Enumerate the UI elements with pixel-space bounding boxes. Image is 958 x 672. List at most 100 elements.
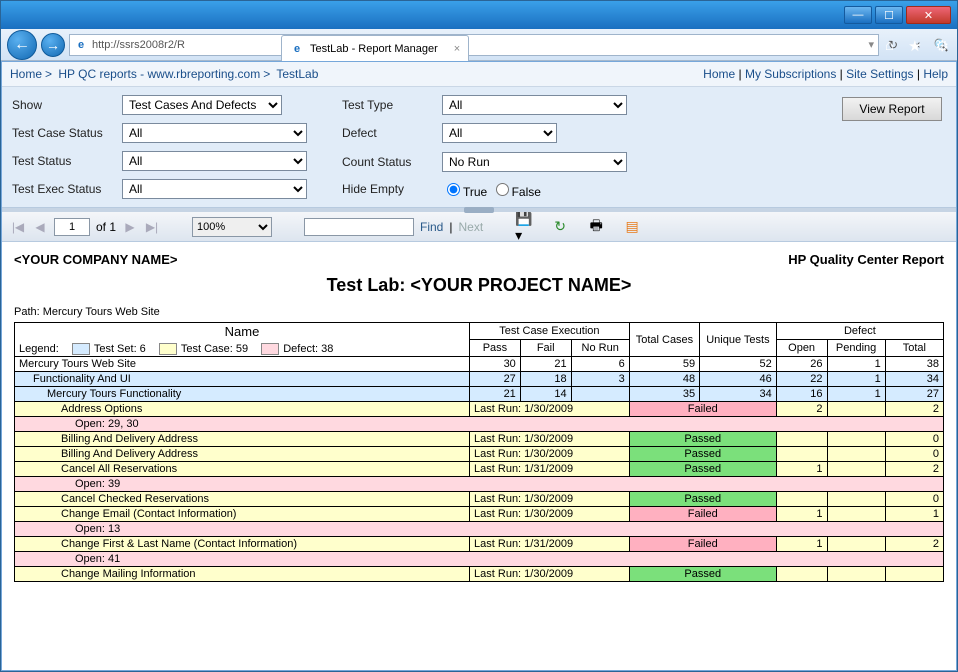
view-report-button[interactable]: View Report	[842, 97, 942, 121]
num-cell: 0	[885, 492, 943, 507]
col-total: Total	[885, 340, 943, 357]
breadcrumb-home[interactable]: Home	[10, 67, 42, 81]
table-row: Open: 41	[15, 552, 944, 567]
table-row: Cancel Checked ReservationsLast Run: 1/3…	[15, 492, 944, 507]
num-cell: 1	[776, 462, 827, 477]
name-cell: Change First & Last Name (Contact Inform…	[15, 537, 470, 552]
browser-tab[interactable]: e TestLab - Report Manager ×	[281, 35, 469, 61]
close-button[interactable]: ✕	[906, 6, 951, 24]
report-grid: Name Legend: Test Set: 6 Test Case: 59 D…	[14, 322, 944, 582]
num-cell	[776, 492, 827, 507]
num-cell	[827, 507, 885, 522]
param-def-select[interactable]: All	[442, 123, 557, 143]
param-tes-label: Test Exec Status	[12, 182, 122, 196]
table-row: Open: 29, 30	[15, 417, 944, 432]
back-button[interactable]: ←	[7, 30, 37, 60]
ie-icon: e	[74, 38, 88, 52]
zoom-select[interactable]: 100%	[192, 217, 272, 237]
link-help[interactable]: Help	[923, 67, 948, 81]
num-cell: 1	[885, 507, 943, 522]
param-ts-select[interactable]: All	[122, 151, 307, 171]
refresh-report-icon[interactable]: ↻	[551, 218, 569, 236]
num-cell: 26	[776, 357, 827, 372]
lastrun-cell: Last Run: 1/30/2009	[470, 492, 630, 507]
breadcrumb-current[interactable]: TestLab	[276, 67, 318, 81]
hide-empty-true[interactable]	[447, 183, 460, 196]
hide-empty-false[interactable]	[496, 183, 509, 196]
num-cell: 1	[776, 537, 827, 552]
num-cell: 30	[470, 357, 521, 372]
name-cell: Cancel All Reservations	[15, 462, 470, 477]
splitter[interactable]	[2, 208, 956, 212]
link-subscriptions[interactable]: My Subscriptions	[745, 67, 836, 81]
link-site-settings[interactable]: Site Settings	[846, 67, 913, 81]
prev-page-icon: ◀	[32, 219, 48, 235]
export-icon[interactable]: 💾▾	[515, 218, 533, 236]
last-page-icon: ▶|	[144, 219, 160, 235]
page-input[interactable]	[54, 218, 90, 236]
name-cell: Address Options	[15, 402, 470, 417]
num-cell	[885, 567, 943, 582]
link-home[interactable]: Home	[703, 67, 735, 81]
param-cs-label: Count Status	[342, 155, 442, 169]
num-cell: 46	[700, 372, 777, 387]
tools-icon[interactable]: ⚙	[936, 37, 949, 55]
tab-close-icon[interactable]: ×	[454, 43, 460, 55]
favorites-icon[interactable]: ★	[908, 37, 921, 55]
breadcrumb: Home> HP QC reports - www.rbreporting.co…	[2, 62, 956, 87]
report-parameters: Show Test Cases And Defects Test Case St…	[2, 87, 956, 208]
swatch-defect	[261, 343, 279, 355]
dropdown-icon[interactable]: ▾	[868, 38, 874, 51]
status-cell: Passed	[629, 567, 776, 582]
num-cell	[827, 462, 885, 477]
first-page-icon: |◀	[10, 219, 26, 235]
table-row: Address OptionsLast Run: 1/30/2009Failed…	[15, 402, 944, 417]
tab-favicon: e	[290, 42, 304, 56]
minimize-button[interactable]: —	[844, 6, 872, 24]
col-total-cases: Total Cases	[629, 323, 699, 357]
num-cell: 22	[776, 372, 827, 387]
maximize-button[interactable]: ☐	[875, 6, 903, 24]
name-cell: Mercury Tours Web Site	[15, 357, 470, 372]
breadcrumb-folder[interactable]: HP QC reports - www.rbreporting.com	[58, 67, 260, 81]
param-tcs-label: Test Case Status	[12, 126, 122, 140]
home-icon[interactable]: ⌂	[885, 37, 894, 55]
num-cell	[827, 447, 885, 462]
num-cell: 18	[520, 372, 571, 387]
num-cell	[827, 537, 885, 552]
defect-cell: Open: 39	[15, 477, 944, 492]
param-cs-select[interactable]: No Run	[442, 152, 627, 172]
forward-button[interactable]: →	[41, 33, 65, 57]
num-cell: 34	[700, 387, 777, 402]
table-row: Open: 13	[15, 522, 944, 537]
param-tt-label: Test Type	[342, 98, 442, 112]
url-field[interactable]: e http://ssrs2008r2/R ▾	[69, 34, 879, 56]
param-tcs-select[interactable]: All	[122, 123, 307, 143]
param-show-label: Show	[12, 98, 122, 112]
param-show-select[interactable]: Test Cases And Defects	[122, 95, 282, 115]
param-tt-select[interactable]: All	[442, 95, 627, 115]
num-cell: 1	[776, 507, 827, 522]
num-cell	[776, 432, 827, 447]
status-cell: Passed	[629, 432, 776, 447]
find-input[interactable]	[304, 218, 414, 236]
num-cell	[827, 402, 885, 417]
print-icon[interactable]: 🖶	[587, 218, 605, 236]
feed-icon[interactable]: ▤	[623, 218, 641, 236]
name-cell: Functionality And UI	[15, 372, 470, 387]
find-link[interactable]: Find	[420, 220, 443, 234]
col-tce: Test Case Execution	[470, 323, 630, 340]
report-right-title: HP Quality Center Report	[788, 252, 944, 267]
table-row: Mercury Tours Functionality2114353416127	[15, 387, 944, 402]
table-row: Billing And Delivery AddressLast Run: 1/…	[15, 432, 944, 447]
num-cell: 6	[571, 357, 629, 372]
name-cell: Billing And Delivery Address	[15, 432, 470, 447]
num-cell: 3	[571, 372, 629, 387]
status-cell: Passed	[629, 447, 776, 462]
num-cell: 14	[520, 387, 571, 402]
param-tes-select[interactable]: All	[122, 179, 307, 199]
num-cell: 21	[520, 357, 571, 372]
param-def-label: Defect	[342, 126, 442, 140]
window: — ☐ ✕ ← → e http://ssrs2008r2/R ▾ ↻ × 🔍 …	[0, 0, 958, 672]
name-cell: Mercury Tours Functionality	[15, 387, 470, 402]
